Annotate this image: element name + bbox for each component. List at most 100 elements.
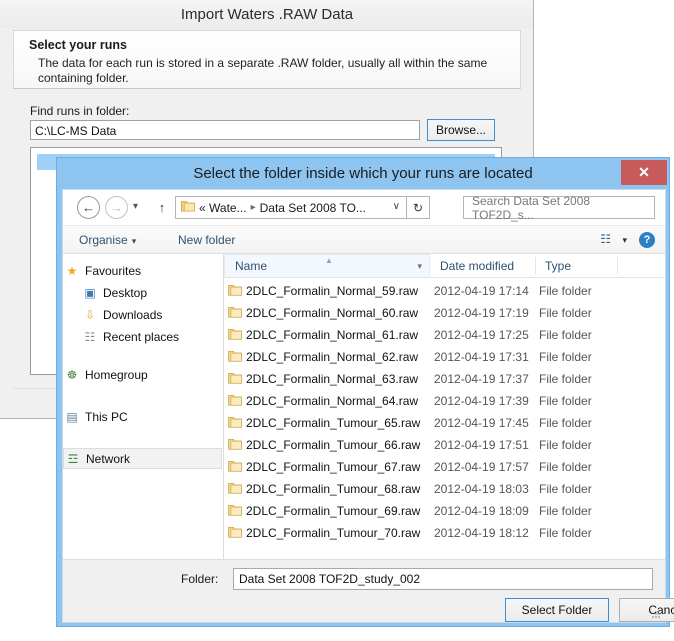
folder-name-input[interactable]: Data Set 2008 TOF2D_study_002 xyxy=(233,568,653,590)
refresh-icon[interactable]: ↻ xyxy=(407,196,430,219)
table-row[interactable]: 2DLC_Formalin_Tumour_66.raw 2012-04-19 17… xyxy=(224,434,665,456)
sidebar-item-network[interactable]: ☲ Network xyxy=(63,448,222,469)
select-folder-button[interactable]: Select Folder xyxy=(505,598,609,622)
help-icon[interactable]: ? xyxy=(639,232,655,248)
type-cell: File folder xyxy=(539,306,592,320)
file-name-cell: 2DLC_Formalin_Tumour_69.raw xyxy=(246,504,421,518)
view-options-icon[interactable]: ☷ xyxy=(600,232,611,246)
file-list-pane: Name ▲ ▾ Date modified Type 2DLC_Formali… xyxy=(224,254,665,559)
folder-icon xyxy=(224,438,246,453)
table-row[interactable]: 2DLC_Formalin_Tumour_65.raw 2012-04-19 17… xyxy=(224,412,665,434)
type-cell: File folder xyxy=(539,438,592,452)
dialog-title: Select the folder inside which your runs… xyxy=(193,165,533,182)
sidebar-item-recent-places[interactable]: ☷ Recent places xyxy=(63,326,223,347)
breadcrumb-chevron-down-icon[interactable]: ∨ xyxy=(393,201,400,212)
folder-icon xyxy=(224,394,246,409)
folder-icon xyxy=(224,526,246,541)
select-folder-dialog: Select the folder inside which your runs… xyxy=(56,157,674,627)
close-icon[interactable]: ✕ xyxy=(621,160,667,185)
date-modified-cell: 2012-04-19 17:19 xyxy=(434,306,529,320)
downloads-icon: ⇩ xyxy=(84,307,96,322)
view-chevron-down-icon[interactable]: ▾ xyxy=(622,235,627,246)
type-cell: File folder xyxy=(539,460,592,474)
sidebar-item-label: This PC xyxy=(85,409,128,424)
screen: Import Waters .RAW Data Select your runs… xyxy=(0,0,674,641)
table-row[interactable]: 2DLC_Formalin_Normal_60.raw 2012-04-19 17… xyxy=(224,302,665,324)
navigation-bar: ← → ▾ ↑ « Wate... ▸ Data Set 2008 TO... … xyxy=(63,190,665,225)
type-cell: File folder xyxy=(539,328,592,342)
table-row[interactable]: 2DLC_Formalin_Tumour_68.raw 2012-04-19 18… xyxy=(224,478,665,500)
column-header-type-label: Type xyxy=(545,258,572,273)
folder-icon xyxy=(224,504,246,519)
find-runs-input[interactable]: C:\LC-MS Data xyxy=(30,120,420,140)
dialog-toolbar: Organise ▾ New folder ☷ ▾ ? xyxy=(63,225,665,254)
organise-menu[interactable]: Organise ▾ xyxy=(79,233,136,247)
type-cell: File folder xyxy=(539,526,592,540)
breadcrumb-current[interactable]: Data Set 2008 TO... xyxy=(260,201,366,215)
chevron-down-icon: ▾ xyxy=(131,236,137,246)
sidebar-item-desktop[interactable]: ▣ Desktop xyxy=(63,282,223,303)
dialog-titlebar[interactable]: Select the folder inside which your runs… xyxy=(57,158,669,189)
column-divider[interactable] xyxy=(617,257,618,274)
sidebar-item-label: Network xyxy=(86,451,131,466)
breadcrumb[interactable]: « Wate... ▸ Data Set 2008 TO... ∨ xyxy=(175,196,407,219)
column-filter-chevron-down-icon[interactable]: ▾ xyxy=(417,261,422,272)
dialog-footer: Folder: Data Set 2008 TOF2D_study_002 Se… xyxy=(63,559,674,622)
table-row[interactable]: 2DLC_Formalin_Normal_61.raw 2012-04-19 17… xyxy=(224,324,665,346)
table-row[interactable]: 2DLC_Formalin_Normal_63.raw 2012-04-19 17… xyxy=(224,368,665,390)
date-modified-cell: 2012-04-19 18:03 xyxy=(434,482,529,496)
sidebar-item-favourites[interactable]: ★ Favourites xyxy=(63,260,223,281)
forward-icon[interactable]: → xyxy=(105,196,128,219)
date-modified-cell: 2012-04-19 17:14 xyxy=(434,284,529,298)
column-header-date-label: Date modified xyxy=(440,258,515,273)
file-name-cell: 2DLC_Formalin_Normal_61.raw xyxy=(246,328,419,342)
column-header-row: Name ▲ ▾ Date modified Type xyxy=(224,254,665,278)
browse-button[interactable]: Browse... xyxy=(427,119,495,141)
folder-icon xyxy=(224,284,246,299)
recent-locations-chevron-down-icon[interactable]: ▾ xyxy=(133,201,138,212)
table-row[interactable]: 2DLC_Formalin_Normal_59.raw 2012-04-19 17… xyxy=(224,280,665,302)
sidebar-item-label: Desktop xyxy=(103,285,148,300)
file-name-cell: 2DLC_Formalin_Tumour_65.raw xyxy=(246,416,421,430)
file-name-cell: 2DLC_Formalin_Tumour_66.raw xyxy=(246,438,421,452)
search-input[interactable]: Search Data Set 2008 TOF2D_s... xyxy=(463,194,655,222)
file-name-cell: 2DLC_Formalin_Tumour_68.raw xyxy=(246,482,421,496)
find-runs-label: Find runs in folder: xyxy=(30,104,130,118)
sidebar-item-homegroup[interactable]: ☸ Homegroup xyxy=(63,364,223,385)
table-row[interactable]: 2DLC_Formalin_Normal_62.raw 2012-04-19 17… xyxy=(224,346,665,368)
column-header-date-modified[interactable]: Date modified xyxy=(430,254,535,277)
column-header-name[interactable]: Name ▲ ▾ xyxy=(224,254,430,277)
cancel-button[interactable]: Cancel xyxy=(619,598,674,622)
date-modified-cell: 2012-04-19 17:31 xyxy=(434,350,529,364)
column-header-type[interactable]: Type xyxy=(535,254,617,277)
table-row[interactable]: 2DLC_Formalin_Normal_64.raw 2012-04-19 17… xyxy=(224,390,665,412)
type-cell: File folder xyxy=(539,284,592,298)
resize-grip[interactable] xyxy=(651,609,661,619)
sidebar-item-downloads[interactable]: ⇩ Downloads xyxy=(63,304,223,325)
file-name-cell: 2DLC_Formalin_Tumour_70.raw xyxy=(246,526,421,540)
sidebar-item-label: Homegroup xyxy=(85,367,148,382)
sidebar-item-this-pc[interactable]: ▤ This PC xyxy=(63,406,223,427)
up-icon[interactable]: ↑ xyxy=(153,196,171,218)
folder-icon xyxy=(224,328,246,343)
table-row[interactable]: 2DLC_Formalin_Tumour_70.raw 2012-04-19 18… xyxy=(224,522,665,544)
table-row[interactable]: 2DLC_Formalin_Tumour_67.raw 2012-04-19 17… xyxy=(224,456,665,478)
column-divider[interactable] xyxy=(535,257,536,274)
column-header-name-label: Name xyxy=(235,259,268,273)
homegroup-icon: ☸ xyxy=(66,367,78,382)
type-cell: File folder xyxy=(539,482,592,496)
banner-description: The data for each run is stored in a sep… xyxy=(38,56,488,85)
date-modified-cell: 2012-04-19 17:51 xyxy=(434,438,529,452)
table-row[interactable]: 2DLC_Formalin_Tumour_69.raw 2012-04-19 18… xyxy=(224,500,665,522)
back-icon[interactable]: ← xyxy=(77,196,100,219)
new-folder-button[interactable]: New folder xyxy=(178,233,235,247)
folder-icon xyxy=(181,200,195,215)
date-modified-cell: 2012-04-19 18:09 xyxy=(434,504,529,518)
type-cell: File folder xyxy=(539,372,592,386)
breadcrumb-root[interactable]: « Wate... xyxy=(199,201,247,215)
folder-icon xyxy=(224,306,246,321)
file-name-cell: 2DLC_Formalin_Tumour_67.raw xyxy=(246,460,421,474)
sidebar-item-label: Recent places xyxy=(103,329,180,344)
folder-icon xyxy=(224,372,246,387)
date-modified-cell: 2012-04-19 18:12 xyxy=(434,526,529,540)
